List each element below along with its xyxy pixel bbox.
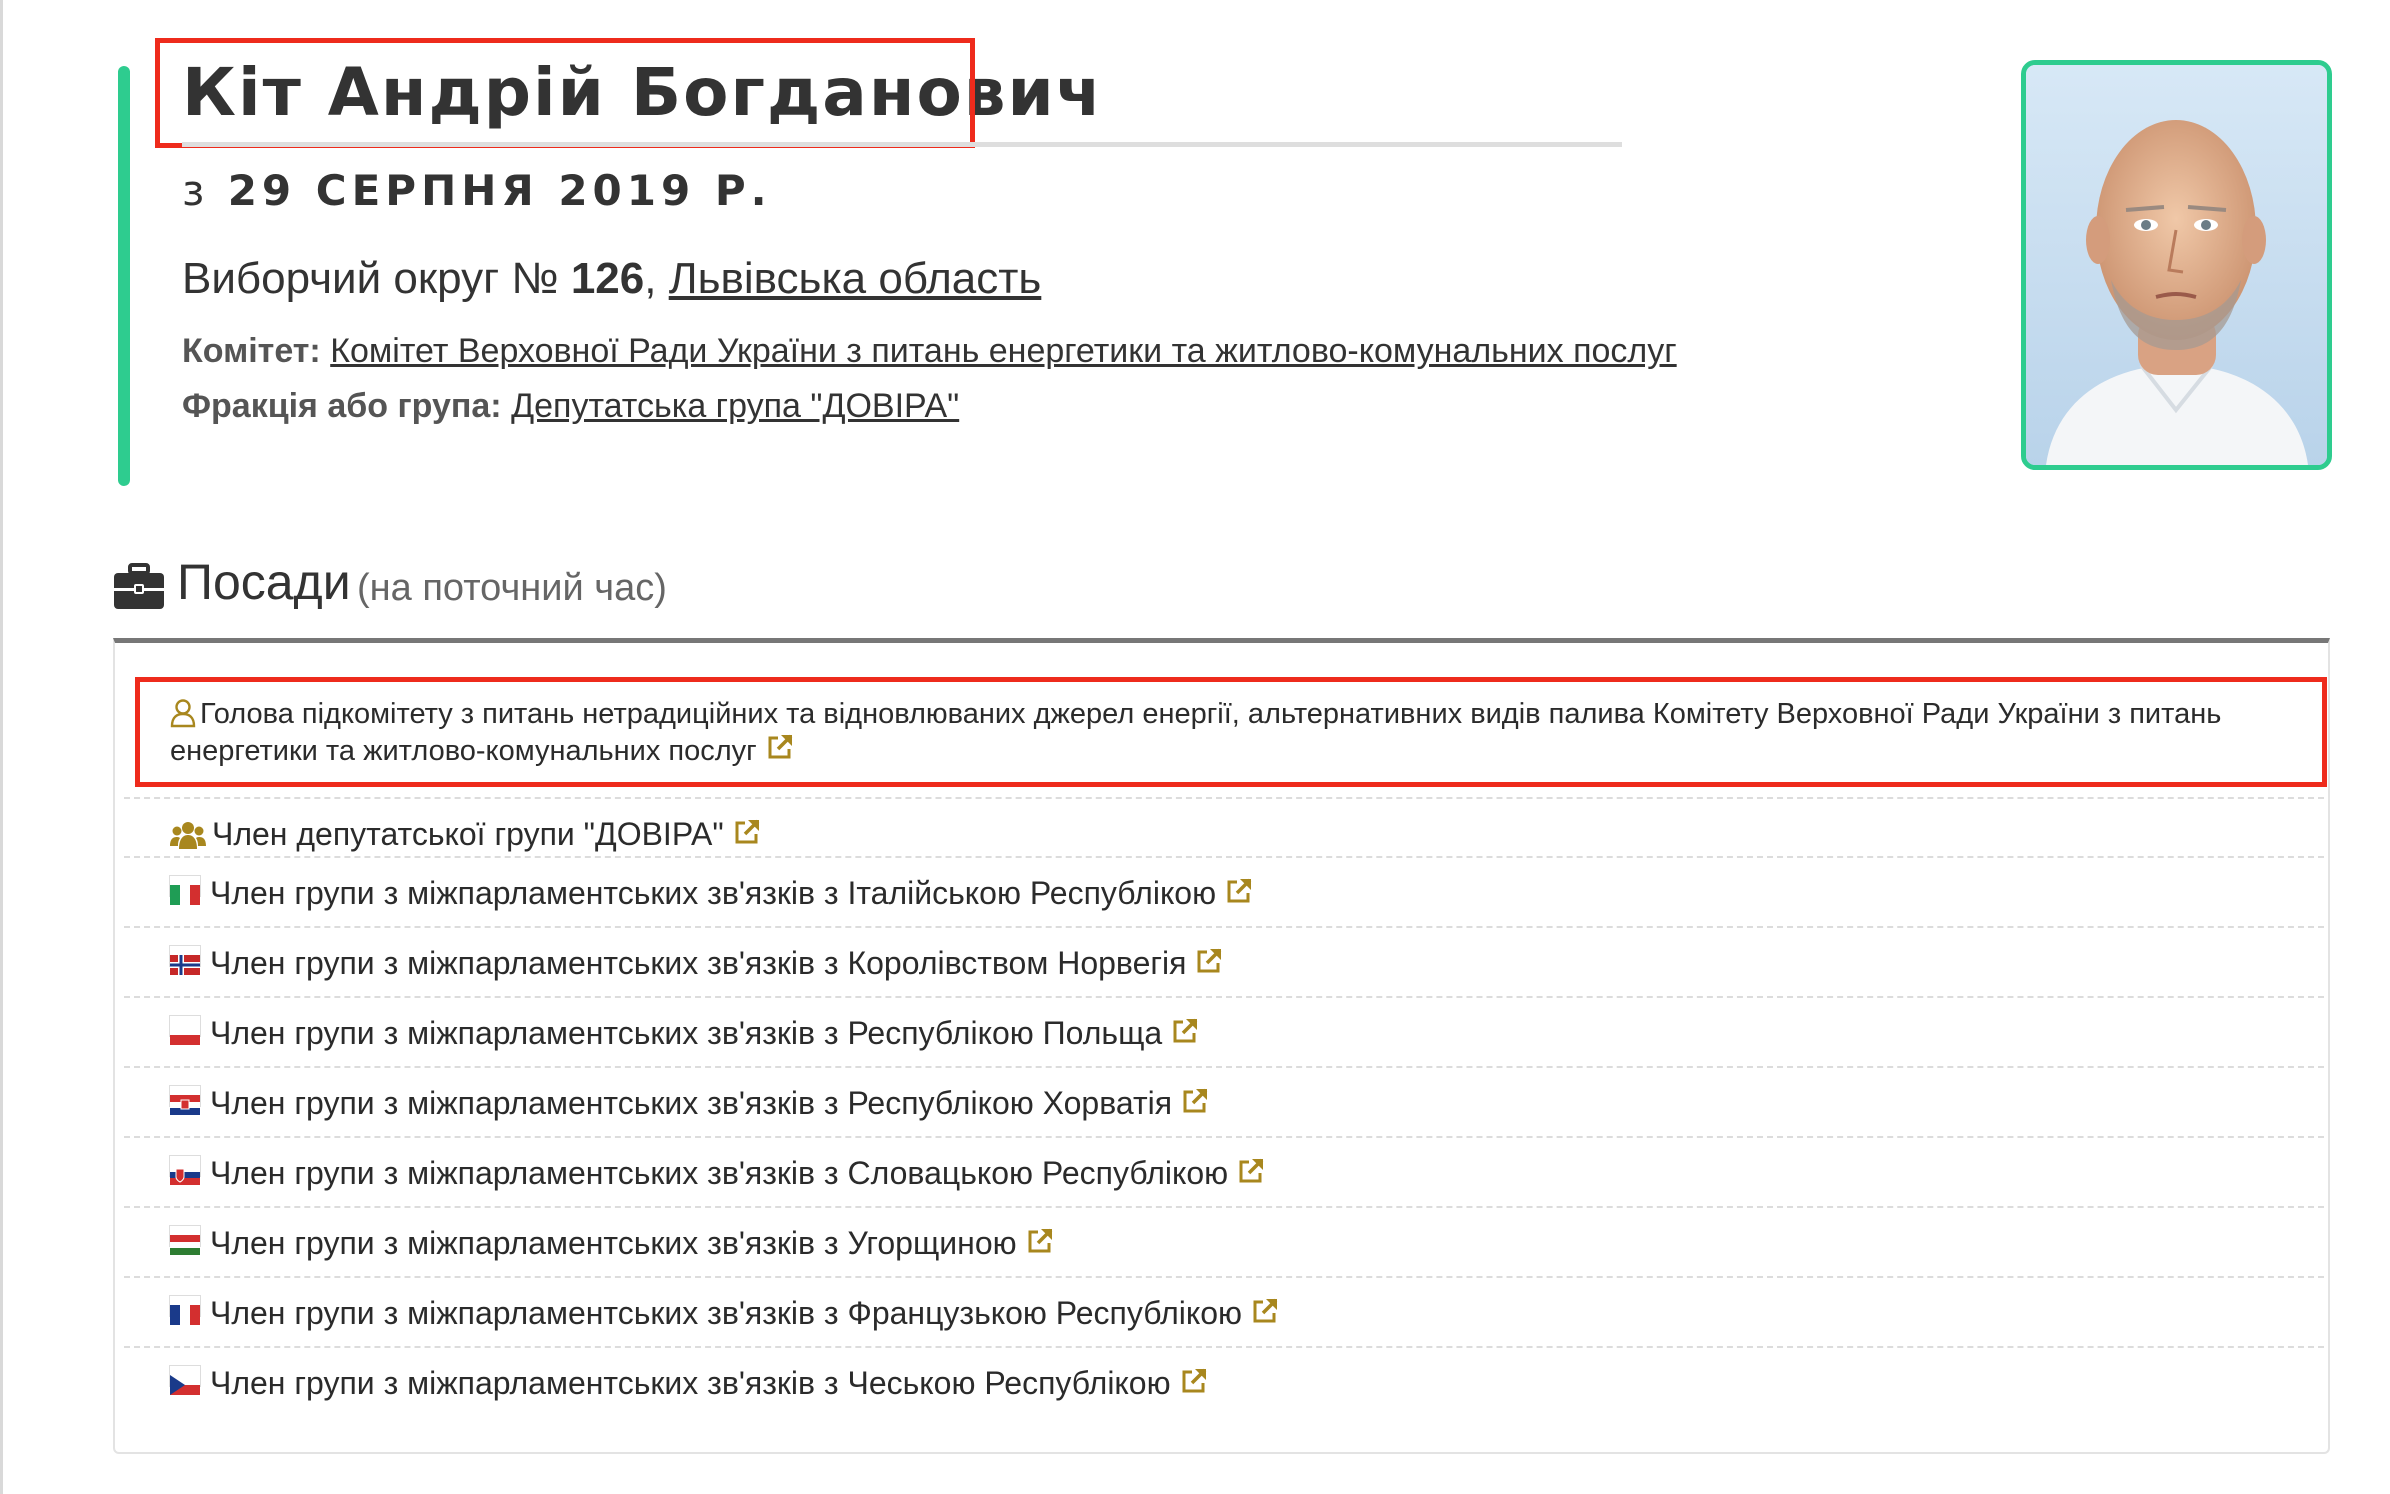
- district-number: 126: [570, 254, 645, 303]
- since-prefix: з: [182, 166, 210, 215]
- position-item-head: Голова підкомітету з питань нетрадиційни…: [170, 696, 2290, 769]
- flag-norway-icon: [170, 946, 200, 975]
- deputy-photo: [2021, 60, 2332, 470]
- position-head-text: Голова підкомітету з питань нетрадиційни…: [170, 698, 2222, 767]
- list-item: Член групи з міжпарламентських зв'язків …: [124, 1276, 2324, 1346]
- position-text: Член групи з міжпарламентських зв'язків …: [210, 1225, 1017, 1261]
- flag-poland-icon: [170, 1016, 200, 1045]
- flag-hungary-icon: [170, 1226, 200, 1255]
- external-link-icon[interactable]: [1224, 876, 1254, 906]
- electoral-district: Виборчий округ № 126, Львівська область: [182, 254, 1041, 304]
- flag-italy-icon: [170, 876, 200, 905]
- external-link-icon[interactable]: [1194, 946, 1224, 976]
- external-link-icon[interactable]: [1236, 1156, 1266, 1186]
- position-text: Член групи з міжпарламентських зв'язків …: [210, 945, 1187, 981]
- list-item: Член групи з міжпарламентських зв'язків …: [124, 926, 2324, 996]
- position-text: Член групи з міжпарламентських зв'язків …: [210, 1295, 1243, 1331]
- faction-label: Фракція або група:: [182, 387, 502, 425]
- position-text: Член групи з міжпарламентських зв'язків …: [210, 875, 1217, 911]
- accent-bar: [118, 66, 130, 486]
- list-item: Член групи з міжпарламентських зв'язків …: [124, 996, 2324, 1066]
- name-highlight-box: [155, 38, 975, 148]
- name-underline: [182, 142, 1622, 147]
- since-date-value: 29 серпня 2019 р.: [227, 166, 772, 215]
- flag-slovakia-icon: [170, 1156, 200, 1185]
- external-link-icon[interactable]: [1179, 1366, 1209, 1396]
- faction-link[interactable]: Депутатська група "ДОВІРА": [511, 387, 959, 425]
- committee-label: Комітет:: [182, 332, 321, 370]
- position-text: Член депутатської групи "ДОВІРА": [212, 816, 724, 852]
- positions-note: (на поточний час): [357, 567, 667, 609]
- committee-link[interactable]: Комітет Верховної Ради України з питань …: [330, 332, 1676, 370]
- briefcase-icon: [113, 563, 165, 611]
- flag-france-icon: [170, 1296, 200, 1325]
- district-prefix: Виборчий округ №: [182, 254, 559, 303]
- external-link-icon[interactable]: [1025, 1226, 1055, 1256]
- positions-title: Посади: [177, 554, 351, 610]
- position-text: Член групи з міжпарламентських зв'язків …: [210, 1365, 1171, 1401]
- faction-line: Фракція або група: Депутатська група "ДО…: [182, 387, 959, 426]
- since-date: з 29 серпня 2019 р.: [182, 166, 772, 215]
- external-link-icon[interactable]: [1250, 1296, 1280, 1326]
- position-text: Член групи з міжпарламентських зв'язків …: [210, 1085, 1173, 1121]
- external-link-icon[interactable]: [1170, 1016, 1200, 1046]
- list-item: Член групи з міжпарламентських зв'язків …: [124, 1206, 2324, 1276]
- list-item: Член групи з міжпарламентських зв'язків …: [124, 1346, 2324, 1416]
- region-link[interactable]: Львівська область: [669, 254, 1042, 303]
- list-item: Член групи з міжпарламентських зв'язків …: [124, 1136, 2324, 1206]
- position-text: Член групи з міжпарламентських зв'язків …: [210, 1155, 1229, 1191]
- external-link-icon[interactable]: [732, 817, 762, 847]
- user-outline-icon: [170, 698, 196, 728]
- position-text: Член групи з міжпарламентських зв'язків …: [210, 1015, 1163, 1051]
- flag-czech-icon: [170, 1366, 200, 1395]
- flag-croatia-icon: [170, 1086, 200, 1115]
- district-separator: ,: [644, 254, 657, 303]
- people-icon: [170, 820, 206, 850]
- external-link-icon[interactable]: [1180, 1086, 1210, 1116]
- list-item: Член групи з міжпарламентських зв'язків …: [124, 856, 2324, 926]
- list-item: Член групи з міжпарламентських зв'язків …: [124, 1066, 2324, 1136]
- external-link-icon[interactable]: [765, 732, 795, 762]
- page-edge-line: [0, 0, 3, 1494]
- committee-line: Комітет: Комітет Верховної Ради України …: [182, 332, 1677, 371]
